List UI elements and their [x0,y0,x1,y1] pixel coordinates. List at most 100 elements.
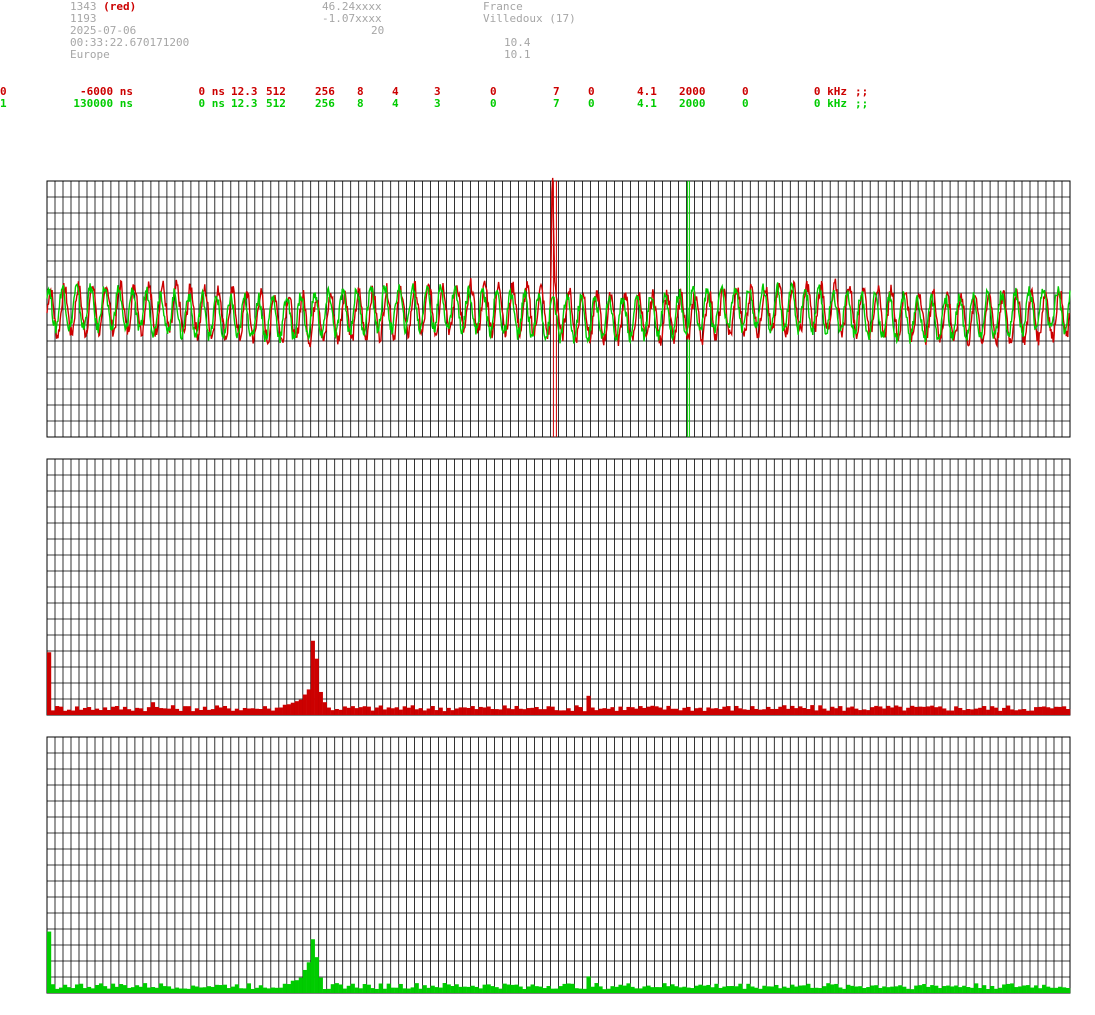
spectrum-2-bar-189 [802,985,807,993]
spectrum-2-bar-107 [474,986,479,993]
spectrum-2-bar-197 [834,983,839,993]
spectrum-2-bar-180 [766,986,771,993]
spectrum-1-bar-191 [810,705,815,715]
spectrum-2-bar-120 [526,986,531,993]
spectrum-2-bar-86 [390,987,395,993]
spectrum-1-bar-124 [542,709,547,715]
spectrum-2-bar-215 [906,988,911,993]
spectrum-2-bar-220 [926,986,931,993]
spectrum-2-bar-61 [290,980,295,993]
spectrum-2-bar-222 [934,985,939,993]
spectrum-1-bar-14 [102,707,108,715]
spectrum-1-bar-254 [1062,706,1067,715]
spectrum-1-bar-18 [118,709,124,715]
spectrum-1-bar-40 [206,709,212,715]
spectrum-1-bar-194 [822,708,827,715]
spectrum-2-bar-10 [86,986,92,993]
spectrum-1-bar-170 [726,706,731,715]
spectrum-2-bar-68 [318,977,323,993]
spectrum-2-bar-42 [214,984,220,993]
spectrum-2-bar-212 [894,986,899,993]
spectrum-2-bar-249 [1042,984,1047,993]
spectrum-1-bar-88 [398,709,403,715]
spectrum-1-bar-141 [610,707,615,715]
spectrum-2-bar-27 [154,987,160,993]
spectrum-1-bar-76 [350,706,355,715]
spectrum-1-bar-210 [886,705,891,715]
spectrum-1-bar-183 [778,706,783,715]
spectrum-2-bar-181 [770,986,775,993]
spectrum-2-bar-4 [62,984,68,993]
spectrum-1-bar-182 [774,708,779,715]
spectrum-2-bar-31 [170,988,176,993]
spectrum-1-bar-32 [174,708,180,715]
spectrum-1-bar-22 [134,707,140,715]
spectrum-1-bar-53 [258,709,263,715]
spectrum-2-bar-161 [690,988,695,993]
spectrum-1-bar-171 [730,710,735,715]
spectrum-1-bar-23 [138,708,144,715]
spectrum-1-bar-84 [382,709,387,715]
spectrum-2-bar-219 [922,984,927,993]
spectrum-2-bar-100 [446,984,451,993]
spectrum-1-bar-229 [962,710,967,715]
spectrum-1-bar-33 [178,710,184,715]
spectrum-1-bar-160 [686,706,691,715]
spectrum-2-bar-2 [54,988,60,993]
spectrum-1-bar-10 [86,707,92,715]
spectrum-2-bar-89 [402,988,407,993]
spectrum-2-bar-248 [1038,988,1043,993]
spectrum-2-bar-236 [990,985,995,993]
spectrum-2-bar-19 [122,985,128,993]
spectrum-2-bar-33 [178,988,184,993]
spectrum-1-bar-63 [298,699,303,715]
spectrum-1-bar-120 [526,708,531,715]
spectrum-2-bar-237 [994,988,999,993]
spectrum-2-bar-113 [498,988,503,993]
spectrum-1-bar-176 [750,706,755,715]
spectrum-2-bar-128 [558,986,563,993]
spectrum-2-bar-103 [458,986,463,993]
spectrum-2-bar-8 [78,983,84,993]
spectrum-2-bar-134 [582,988,587,993]
spectrum-2-bar-24 [142,983,148,993]
spectrum-1-bar-180 [766,706,771,715]
spectrum-2-bar-0 [47,931,52,993]
spectrum-2-bar-169 [722,986,727,993]
spectrum-2-bar-122 [534,986,539,993]
spectrum-2-bar-105 [466,986,471,993]
spectrum-1-bar-21 [130,710,136,715]
spectrum-2-bar-190 [806,983,811,993]
spectrum-1-bar-159 [682,707,687,715]
spectrum-2-bar-200 [846,984,851,993]
spectrum-1-bar-47 [234,708,240,715]
spectrum-1-bar-232 [974,708,979,715]
spectrum-2-bar-69 [322,989,327,993]
spectrum-1-bar-187 [794,708,799,715]
spectrum-2-bar-121 [530,984,535,993]
spectrum-2-bar-54 [262,987,267,993]
spectrum-2-bar-30 [166,986,172,993]
spectrum-1-bar-111 [490,708,495,715]
spectrum-1-bar-42 [214,705,220,715]
spectrum-1-bar-219 [922,706,927,715]
spectrum-1-bar-49 [242,707,248,715]
spectrum-2-bar-130 [566,983,571,993]
spectrum-2-bar-56 [270,987,275,993]
spectrum-1-bar-127 [554,710,559,715]
spectrum-1-bar-97 [434,710,439,715]
spectrum-2-bar-148 [638,988,643,993]
spectrum-1-bar-34 [182,706,188,715]
spectrum-2-bar-144 [622,985,627,993]
spectrum-2-bar-245 [1026,985,1031,993]
spectrum-1-bar-199 [842,710,847,715]
spectrum-1-bar-118 [518,708,523,715]
spectrum-1-bar-74 [342,706,347,715]
spectrum-2-bar-115 [506,984,511,993]
spectrum-2-bar-90 [406,988,411,993]
spectrum-2-bar-253 [1058,986,1063,993]
spectrum-2-bar-150 [646,985,651,993]
spectrum-2-bar-183 [778,988,783,993]
spectrum-1-bar-117 [514,705,519,715]
spectrum-2-bar-11 [90,988,96,993]
